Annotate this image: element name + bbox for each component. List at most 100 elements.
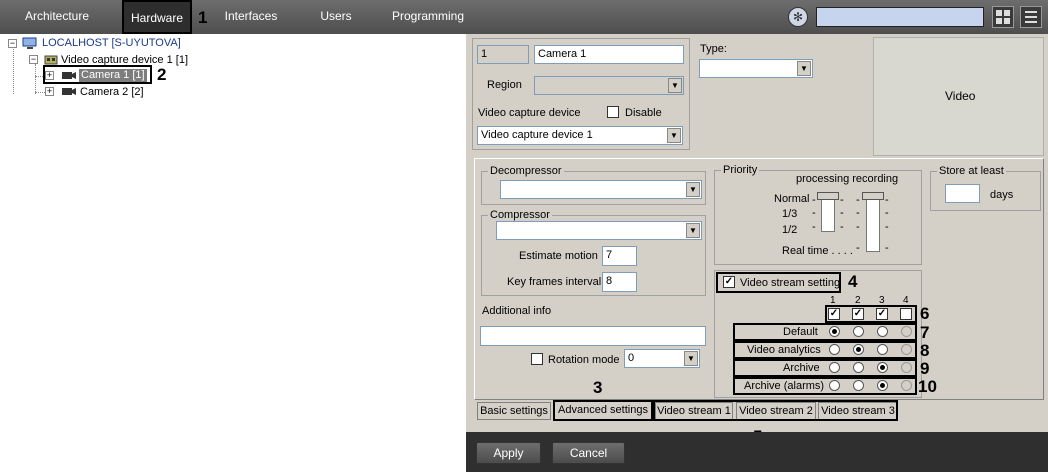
callout-7: 7 — [920, 323, 930, 342]
chevron-down-icon: ▼ — [686, 182, 700, 197]
processing-recording-label: processing recording — [796, 173, 899, 185]
type-label: Type: — [700, 43, 727, 55]
stream-row-default-label: Default — [783, 326, 818, 338]
processing-slider-thumb[interactable] — [817, 192, 839, 200]
default-stream-4-radio[interactable] — [901, 326, 912, 337]
menu-list-icon[interactable] — [1020, 6, 1042, 28]
root-collapse-toggle[interactable]: − — [8, 39, 17, 48]
tab-hardware[interactable]: Hardware — [122, 0, 192, 34]
tab-programming[interactable]: Programming — [388, 0, 468, 34]
region-label: Region — [487, 79, 522, 91]
store-at-least-label: Store at least — [937, 165, 1006, 178]
chevron-down-icon: ▼ — [797, 61, 811, 76]
type-select[interactable]: ▼ — [699, 59, 813, 78]
chevron-down-icon: ▼ — [686, 223, 700, 238]
rotation-mode-label: Rotation mode — [548, 354, 620, 366]
apply-button[interactable]: Apply — [476, 442, 541, 464]
tree-camera2-label[interactable]: Camera 2 [2] — [80, 86, 144, 99]
callout-frame-4 — [716, 272, 841, 293]
hardware-tree: − LOCALHOST [S-UYUTOVA] − Video capture … — [0, 34, 466, 472]
decompressor-label: Decompressor — [488, 165, 564, 178]
callout-6: 6 — [920, 304, 930, 323]
tab-interfaces[interactable]: Interfaces — [216, 0, 286, 34]
decompressor-select[interactable]: ▼ — [500, 180, 702, 199]
chevron-down-icon: ▼ — [684, 351, 698, 366]
camera-id-field: 1 — [477, 45, 529, 64]
analytics-stream-2-radio[interactable] — [853, 344, 864, 355]
tab-basic-settings[interactable]: Basic settings — [477, 402, 551, 420]
recording-slider-thumb[interactable] — [862, 192, 884, 200]
computer-icon — [22, 37, 38, 49]
alarms-stream-1-radio[interactable] — [829, 380, 840, 391]
stream-row-archive-alarms-label: Archive (alarms) — [744, 380, 825, 392]
additional-info-field[interactable] — [480, 326, 706, 346]
normal-label: Normal — [774, 193, 810, 205]
rotation-mode-value: 0 — [628, 352, 635, 364]
alarms-stream-3-radio[interactable] — [877, 380, 888, 391]
archive-stream-4-radio[interactable] — [901, 362, 912, 373]
alarms-stream-2-radio[interactable] — [853, 380, 864, 391]
video-preview-label: Video — [945, 89, 976, 103]
callout-frame-5 — [653, 400, 898, 421]
rotation-mode-select[interactable]: 0 ▼ — [624, 349, 700, 368]
callout-frame-9 — [733, 359, 917, 377]
stream-row-archive-label: Archive — [783, 362, 820, 374]
stream-row-video-analytics-label: Video analytics — [747, 344, 821, 356]
recording-priority-slider[interactable] — [866, 196, 880, 252]
default-stream-1-radio[interactable] — [829, 326, 840, 337]
camera-name-field[interactable]: Camera 1 — [534, 45, 684, 64]
archive-stream-1-radio[interactable] — [829, 362, 840, 373]
callout-frame-7 — [733, 323, 917, 341]
additional-info-label: Additional info — [482, 305, 552, 317]
real-time-label: Real time . . . . — [782, 245, 853, 257]
priority-label: Priority — [721, 164, 760, 177]
callout-8: 8 — [920, 341, 930, 360]
tab-users[interactable]: Users — [306, 0, 366, 34]
archive-stream-2-radio[interactable] — [853, 362, 864, 373]
callout-10: 10 — [918, 377, 937, 396]
estimate-motion-label: Estimate motion — [519, 250, 598, 262]
camera2-expand-toggle[interactable]: + — [45, 87, 54, 96]
days-label: days — [990, 189, 1014, 201]
chevron-down-icon: ▼ — [668, 78, 682, 93]
cancel-button[interactable]: Cancel — [552, 442, 625, 464]
default-stream-2-radio[interactable] — [853, 326, 864, 337]
estimate-motion-field[interactable]: 7 — [602, 246, 637, 266]
default-stream-3-radio[interactable] — [877, 326, 888, 337]
compressor-select[interactable]: ▼ — [496, 221, 702, 240]
settings-gear-icon[interactable]: ✻ — [788, 7, 808, 27]
store-days-field[interactable] — [945, 184, 980, 203]
alarms-stream-4-radio[interactable] — [901, 380, 912, 391]
region-select[interactable]: ▼ — [534, 76, 684, 95]
video-capture-device-value: Video capture device 1 — [481, 129, 593, 141]
disable-checkbox[interactable] — [607, 106, 619, 118]
video-capture-device-label: Video capture device — [478, 107, 581, 119]
callout-4: 4 — [848, 272, 858, 291]
tab-advanced-settings[interactable]: Advanced settings — [553, 400, 653, 421]
analytics-stream-3-radio[interactable] — [877, 344, 888, 355]
layout-grid-icon[interactable] — [992, 6, 1014, 28]
search-input[interactable] — [816, 7, 984, 27]
callout-2: 2 — [157, 65, 167, 84]
callout-3: 3 — [593, 378, 603, 397]
analytics-stream-4-radio[interactable] — [901, 344, 912, 355]
key-frames-interval-label: Key frames interval — [507, 276, 602, 288]
tree-root-label[interactable]: LOCALHOST [S-UYUTOVA] — [42, 37, 181, 50]
tab-architecture[interactable]: Architecture — [12, 0, 102, 34]
chevron-down-icon: ▼ — [667, 128, 681, 143]
callout-frame-6 — [825, 305, 917, 323]
device-collapse-toggle[interactable]: − — [29, 55, 38, 64]
callout-1: 1 — [198, 8, 208, 27]
key-frames-interval-field[interactable]: 8 — [602, 272, 637, 292]
video-capture-device-select[interactable]: Video capture device 1 ▼ — [477, 126, 683, 145]
callout-9: 9 — [920, 359, 930, 378]
callout-frame-2 — [43, 65, 152, 84]
disable-label: Disable — [625, 107, 662, 119]
archive-stream-3-radio[interactable] — [877, 362, 888, 373]
top-menu-bar: Architecture Hardware Interfaces Users P… — [0, 0, 1048, 34]
one-half-label: 1/2 — [782, 224, 798, 236]
rotation-mode-checkbox[interactable] — [531, 353, 543, 365]
analytics-stream-1-radio[interactable] — [829, 344, 840, 355]
camera-icon — [61, 86, 77, 97]
one-third-label: 1/3 — [782, 208, 798, 220]
